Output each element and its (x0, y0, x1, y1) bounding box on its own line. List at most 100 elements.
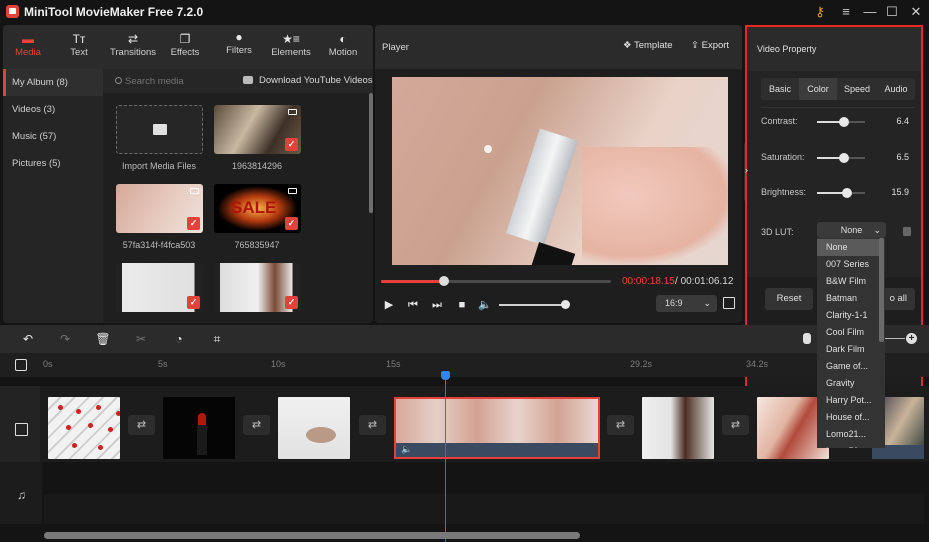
slider-knob[interactable] (839, 153, 850, 163)
tab-color[interactable]: Color (799, 78, 837, 100)
volume-slider[interactable] (499, 304, 567, 306)
transition-button[interactable]: ⇄ (607, 415, 634, 435)
tab-elements[interactable]: ★≡ Elements (266, 31, 316, 65)
album-music[interactable]: Music (57) (3, 123, 103, 150)
split-icon[interactable]: ✂ (133, 331, 149, 347)
playhead-handle[interactable] (441, 371, 450, 380)
lut-option[interactable]: B&W Film (817, 273, 879, 290)
search-input[interactable] (125, 73, 235, 89)
tab-audio[interactable]: Audio (877, 78, 915, 100)
maximize-icon[interactable]: ☐ (882, 3, 902, 20)
lut-option[interactable]: Batman (817, 290, 879, 307)
undo-icon[interactable]: ↶ (20, 331, 36, 347)
player-title: Player (382, 42, 409, 53)
close-icon[interactable]: ✕ (906, 3, 926, 20)
reset-button[interactable]: Reset (765, 288, 813, 310)
lut-option[interactable]: House of... (817, 409, 879, 426)
chevron-right-icon[interactable]: › (745, 165, 748, 175)
play-icon[interactable]: ▶ (382, 298, 396, 312)
import-media-button[interactable] (116, 105, 203, 154)
media-thumb[interactable]: ✓ (116, 184, 203, 233)
export-button[interactable]: ⇪ Export (691, 40, 729, 51)
tab-text[interactable]: Tт Text (54, 31, 104, 65)
playhead[interactable] (445, 376, 446, 542)
lut-option[interactable]: Gravity (817, 375, 879, 392)
lipstick-case (505, 128, 579, 246)
timeline-clip[interactable] (642, 397, 714, 459)
timeline-clip[interactable] (163, 397, 235, 459)
clip-volume-icon[interactable]: 🔈 (401, 444, 412, 455)
minimize-icon[interactable]: — (860, 3, 880, 20)
music-lane[interactable] (44, 494, 924, 524)
lut-option[interactable]: Harry Pot... (817, 392, 879, 409)
tab-media[interactable]: ▬ Media (3, 31, 53, 65)
zoom-fit-icon[interactable] (803, 333, 811, 344)
aspect-ratio-select[interactable]: 16:9 ⌄ (656, 295, 717, 312)
tab-effects[interactable]: ❐ Effects (160, 31, 210, 65)
album-my-album[interactable]: My Album (8) (3, 69, 103, 96)
lut-option[interactable]: Dark Film (817, 341, 879, 358)
zoom-slider[interactable] (885, 338, 905, 339)
transition-button[interactable]: ⇄ (243, 415, 270, 435)
total-time: / 00:01:06.12 (675, 276, 733, 287)
lut-option[interactable]: None (817, 239, 879, 256)
saturation-slider[interactable] (817, 153, 865, 163)
stop-icon[interactable]: ■ (455, 298, 469, 312)
redo-icon[interactable]: ↷ (57, 331, 73, 347)
next-frame-icon[interactable]: ⏭ (430, 298, 444, 312)
crop-icon[interactable]: ⌗ (209, 331, 225, 347)
lut-option[interactable]: 007 Series (817, 256, 879, 273)
slider-knob[interactable] (839, 117, 850, 127)
speed-icon[interactable]: ◔ (171, 331, 187, 347)
zoom-in-icon[interactable]: + (906, 333, 917, 344)
tab-label: Effects (170, 47, 200, 58)
player-panel: Player ❖ Template ⇪ Export 00:00:18.15 /… (375, 25, 742, 323)
fullscreen-icon[interactable] (723, 297, 735, 309)
lut-select[interactable]: None ⌄ (817, 222, 886, 238)
tab-filters[interactable]: ● Filters (214, 29, 264, 63)
download-youtube-link[interactable]: Download YouTube Videos (259, 75, 373, 86)
tab-speed[interactable]: Speed (838, 78, 876, 100)
video-preview[interactable] (392, 77, 728, 265)
previous-frame-icon[interactable]: ⏮ (406, 298, 420, 312)
timeline-clip[interactable] (278, 397, 350, 459)
trash-icon[interactable] (903, 227, 911, 236)
tab-basic[interactable]: Basic (761, 78, 799, 100)
player-header: Player ❖ Template ⇪ Export (375, 25, 742, 69)
add-track-icon[interactable] (15, 359, 27, 371)
media-thumb[interactable]: ✓ (214, 263, 301, 312)
timeline-ruler[interactable]: 0s 5s 10s 15s 29.2s 34.2s (0, 353, 929, 377)
lut-option[interactable]: Lomo50... (817, 443, 879, 448)
transition-button[interactable]: ⇄ (128, 415, 155, 435)
brightness-slider[interactable] (817, 188, 865, 198)
menu-icon[interactable]: ≡ (836, 3, 856, 20)
key-icon[interactable]: ⚷ (810, 3, 830, 20)
delete-icon[interactable]: 🗑 (95, 331, 111, 347)
lut-scrollbar[interactable] (879, 238, 884, 342)
media-thumb[interactable]: SALE ✓ (214, 184, 301, 233)
transition-button[interactable]: ⇄ (359, 415, 386, 435)
timeline-scrollbar[interactable] (44, 532, 580, 539)
playback-progress-bar[interactable] (381, 276, 611, 286)
timeline-clip[interactable] (48, 397, 120, 459)
slider-knob[interactable] (841, 188, 852, 198)
media-thumb[interactable]: ✓ (116, 263, 203, 312)
template-button[interactable]: ❖ Template (623, 40, 673, 51)
lut-option[interactable]: Lomo21... (817, 426, 879, 443)
volume-icon[interactable]: 🔈 (478, 298, 492, 312)
playback-progress-knob[interactable] (439, 276, 450, 286)
tab-motion[interactable]: ◐ Motion (318, 31, 368, 65)
sale-text: SALE (231, 198, 277, 217)
transition-button[interactable]: ⇄ (722, 415, 749, 435)
tab-transitions[interactable]: ⇄ Transitions (107, 31, 159, 65)
lut-option[interactable]: Clarity-1-1 (817, 307, 879, 324)
selected-timeline-clip[interactable]: 🔈 (394, 397, 600, 459)
volume-knob[interactable] (561, 300, 570, 309)
lut-option[interactable]: Game of... (817, 358, 879, 375)
lut-option[interactable]: Cool Film (817, 324, 879, 341)
album-videos[interactable]: Videos (3) (3, 96, 103, 123)
media-thumb[interactable]: ✓ (214, 105, 301, 154)
media-scrollbar[interactable] (369, 93, 373, 213)
contrast-slider[interactable] (817, 117, 865, 127)
album-pictures[interactable]: Pictures (5) (3, 150, 103, 177)
